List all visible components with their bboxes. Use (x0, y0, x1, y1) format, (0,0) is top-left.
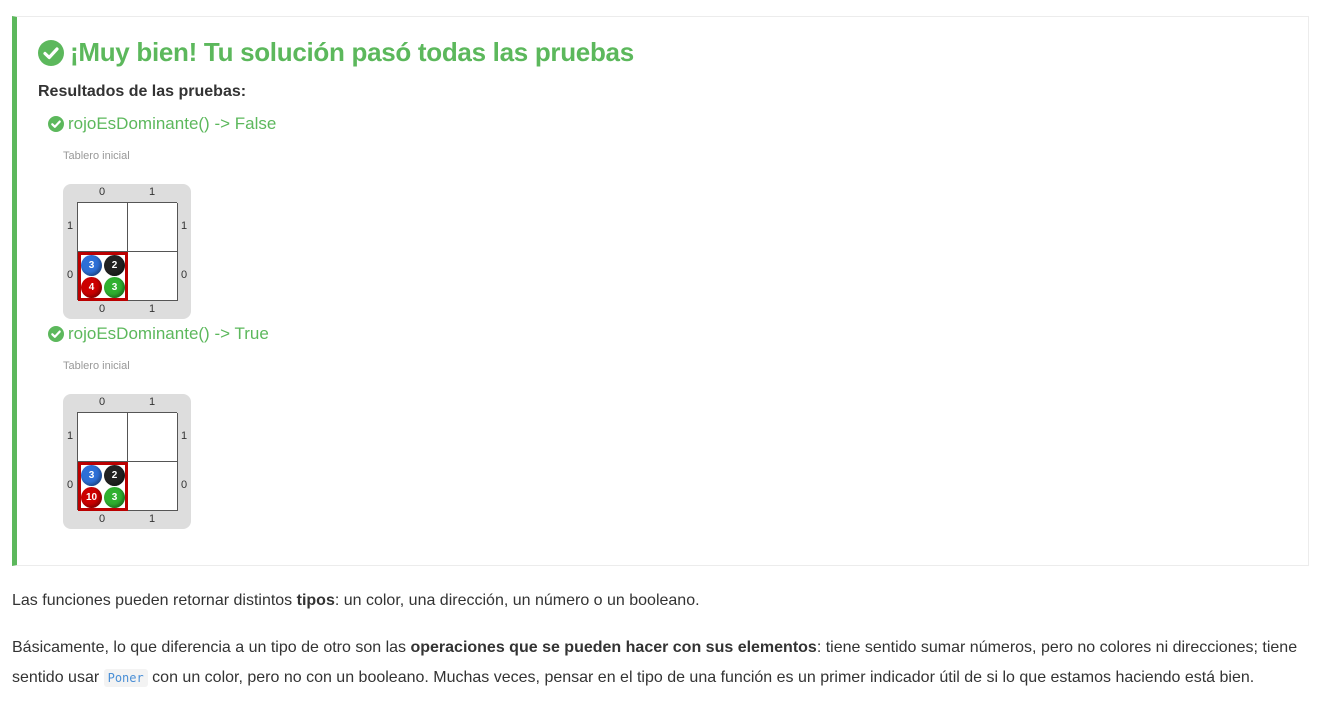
black-ball: 2 (104, 255, 125, 276)
board-caption: Tablero inicial (63, 360, 130, 372)
board-cell (128, 413, 178, 462)
initial-board: 0 1 1 1 0 0 0 1 3 2 4 3 (63, 184, 191, 319)
y-axis-label: 0 (180, 479, 188, 491)
success-title-text: ¡Muy bien! Tu solución pasó todas las pr… (70, 37, 634, 67)
x-axis-label: 1 (148, 303, 156, 315)
explanation-paragraph-2: Básicamente, lo que diferencia a un tipo… (12, 633, 1312, 693)
board-grid: 3 2 10 3 (77, 412, 178, 511)
explanation-paragraph-1: Las funciones pueden retornar distintos … (12, 586, 1312, 616)
check-circle-icon (48, 116, 64, 132)
x-axis-label: 0 (98, 513, 106, 525)
green-ball: 3 (104, 277, 125, 298)
blue-ball: 3 (81, 255, 102, 276)
x-axis-label: 0 (98, 303, 106, 315)
black-ball: 2 (104, 465, 125, 486)
p2-bold: operaciones que se pueden hacer con sus … (410, 639, 817, 656)
y-axis-label: 1 (66, 430, 74, 442)
y-axis-label: 0 (66, 479, 74, 491)
board-cell-head: 3 2 4 3 (78, 252, 128, 301)
board-caption: Tablero inicial (63, 150, 130, 162)
success-title: ¡Muy bien! Tu solución pasó todas las pr… (38, 37, 634, 68)
x-axis-label: 1 (148, 396, 156, 408)
test-label: rojoEsDominante() -> False (68, 114, 277, 133)
check-circle-icon (38, 39, 64, 66)
board-cell (78, 413, 128, 462)
results-heading: Resultados de las pruebas: (38, 83, 247, 100)
y-axis-label: 0 (66, 269, 74, 281)
board-cell (128, 252, 178, 301)
test-result-1: rojoEsDominante() -> False (48, 114, 276, 134)
board-cell (78, 203, 128, 252)
x-axis-label: 0 (98, 186, 106, 198)
x-axis-label: 0 (98, 396, 106, 408)
check-circle-icon (48, 326, 64, 342)
test-result-2: rojoEsDominante() -> True (48, 324, 269, 344)
test-results-panel: ¡Muy bien! Tu solución pasó todas las pr… (12, 16, 1309, 566)
red-ball: 4 (81, 277, 102, 298)
p2-text-end: con un color, pero no con un booleano. M… (147, 669, 1255, 686)
y-axis-label: 1 (66, 220, 74, 232)
board-grid: 3 2 4 3 (77, 202, 178, 301)
y-axis-label: 1 (180, 220, 188, 232)
x-axis-label: 1 (148, 513, 156, 525)
x-axis-label: 1 (148, 186, 156, 198)
y-axis-label: 0 (180, 269, 188, 281)
blue-ball: 3 (81, 465, 102, 486)
board-cell (128, 462, 178, 511)
p2-text: Básicamente, lo que diferencia a un tipo… (12, 639, 411, 656)
test-label: rojoEsDominante() -> True (68, 324, 269, 343)
y-axis-label: 1 (180, 430, 188, 442)
initial-board: 0 1 1 1 0 0 0 1 3 2 10 3 (63, 394, 191, 529)
red-ball: 10 (81, 487, 102, 508)
p1-text-end: : un color, una dirección, un número o u… (334, 592, 700, 609)
p1-text: Las funciones pueden retornar distintos (12, 592, 297, 609)
inline-code-poner: Poner (103, 669, 148, 687)
board-cell-head: 3 2 10 3 (78, 462, 128, 511)
board-cell (128, 203, 178, 252)
p1-bold: tipos (296, 592, 335, 609)
green-ball: 3 (104, 487, 125, 508)
